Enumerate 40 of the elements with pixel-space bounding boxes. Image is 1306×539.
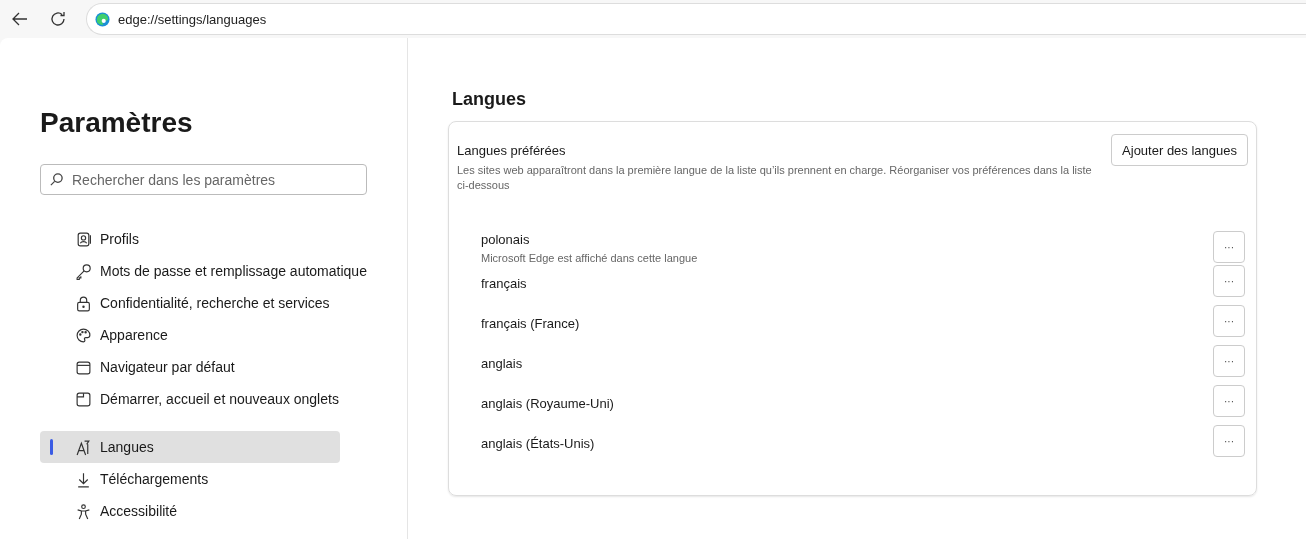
sidebar-item[interactable]: Accessibilité <box>40 495 340 527</box>
search-icon <box>49 172 64 187</box>
selection-indicator <box>50 439 53 455</box>
sidebar-item[interactable]: Navigateur par défaut <box>40 351 340 383</box>
sidebar-item[interactable]: Démarrer, accueil et nouveaux onglets <box>40 383 351 415</box>
sidebar-item[interactable]: Téléchargements <box>40 463 340 495</box>
more-options-button[interactable]: ··· <box>1213 425 1245 457</box>
sidebar-item[interactable]: Apparence <box>40 319 340 351</box>
address-field[interactable]: edge://settings/languages <box>86 3 1306 35</box>
sidebar-item[interactable]: Confidentialité, recherche et services <box>40 287 342 319</box>
download-icon <box>75 470 92 488</box>
search-field[interactable]: Rechercher dans les paramètres <box>40 164 367 195</box>
language-name: anglais (Royaume-Uni) <box>481 396 615 411</box>
language-name: polonais <box>481 232 531 247</box>
key-icon <box>75 262 92 280</box>
sidebar-item[interactable]: Langues <box>40 431 340 463</box>
language-name: anglais <box>481 356 524 371</box>
tab-icon <box>75 390 92 408</box>
language-name: anglais (États-Unis) <box>481 436 596 451</box>
language-name: français (France) <box>481 316 581 331</box>
language-name: français <box>481 276 528 291</box>
browser-logo-icon <box>95 11 110 27</box>
sidebar-item[interactable]: Mots de passe et remplissage automatique <box>40 255 379 287</box>
person-icon <box>75 502 92 520</box>
translate-icon <box>75 438 92 456</box>
sidebar-item[interactable]: Profils <box>40 223 340 255</box>
more-options-button[interactable]: ··· <box>1213 265 1245 297</box>
card-description: Les sites web apparaîtront dans la première langue de la liste qu’ils prennent en charge. Réorganiser vos préférences dans la liste ci-dessous <box>457 163 1093 193</box>
language-note: Microsoft Edge est affiché dans cette langue <box>481 252 699 264</box>
more-options-button[interactable]: ··· <box>1213 231 1245 263</box>
more-options-button[interactable]: ··· <box>1213 305 1245 337</box>
settings-title: Paramètres <box>40 106 194 140</box>
more-options-button[interactable]: ··· <box>1213 385 1245 417</box>
section-heading: Langues <box>452 88 527 110</box>
palette-icon <box>75 326 92 344</box>
card-title: Langues préférées <box>457 143 567 158</box>
lock-icon <box>75 294 92 312</box>
profile-card-icon <box>75 230 92 248</box>
more-options-button[interactable]: ··· <box>1213 345 1245 377</box>
add-languages-button[interactable]: Ajouter des langues <box>1111 134 1248 166</box>
